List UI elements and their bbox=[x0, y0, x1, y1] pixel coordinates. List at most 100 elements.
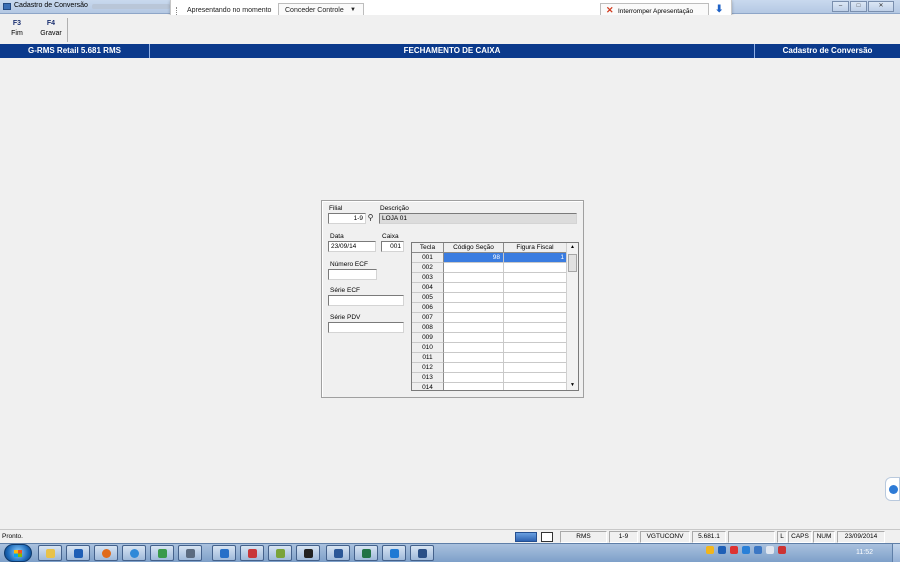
taskbar: 11:52 bbox=[0, 543, 900, 562]
figura-cell[interactable] bbox=[504, 263, 567, 273]
maximize-button[interactable]: □ bbox=[850, 1, 867, 12]
codigo-cell[interactable] bbox=[444, 303, 504, 313]
taskbar-cmd-icon[interactable] bbox=[296, 545, 320, 561]
codigo-cell[interactable] bbox=[444, 313, 504, 323]
descricao-field: LOJA 01 bbox=[379, 213, 577, 224]
data-field[interactable]: 23/09/14 bbox=[328, 241, 376, 252]
table-row[interactable]: 007 bbox=[412, 313, 567, 323]
taskbar-media-icon[interactable] bbox=[150, 545, 174, 561]
table-row[interactable]: 008 bbox=[412, 323, 567, 333]
table-row[interactable]: 006 bbox=[412, 303, 567, 313]
tray-flag-icon[interactable] bbox=[778, 546, 786, 554]
taskbar-lync-icon[interactable] bbox=[212, 545, 236, 561]
clock[interactable]: 11:52 bbox=[856, 549, 873, 556]
grip-handle[interactable] bbox=[176, 7, 178, 15]
taskbar-firefox-icon[interactable] bbox=[94, 545, 118, 561]
taskbar-excel-icon[interactable] bbox=[354, 545, 378, 561]
start-button[interactable] bbox=[4, 544, 32, 562]
codigo-cell[interactable]: 98 bbox=[444, 253, 504, 263]
codigo-cell[interactable] bbox=[444, 293, 504, 303]
codigo-cell[interactable] bbox=[444, 263, 504, 273]
codigo-cell[interactable] bbox=[444, 353, 504, 363]
figura-cell[interactable] bbox=[504, 273, 567, 283]
table-row[interactable]: 001 98 1 bbox=[412, 253, 567, 263]
filial-field[interactable]: 1-9 bbox=[328, 213, 366, 224]
column-header-codigo-secao[interactable]: Código Seção bbox=[444, 243, 504, 253]
tray-alert-icon[interactable] bbox=[730, 546, 738, 554]
filial-label: Filial bbox=[329, 205, 343, 212]
codigo-cell[interactable] bbox=[444, 373, 504, 383]
tecla-cell: 010 bbox=[412, 343, 444, 353]
codigo-cell[interactable] bbox=[444, 333, 504, 343]
taskbar-word-icon[interactable] bbox=[326, 545, 350, 561]
figura-cell[interactable] bbox=[504, 353, 567, 363]
taskbar-app-icon[interactable] bbox=[382, 545, 406, 561]
taskbar-paint-icon[interactable] bbox=[240, 545, 264, 561]
tray-volume-icon[interactable] bbox=[766, 546, 774, 554]
binoculars-icon[interactable]: ⚲ bbox=[366, 213, 375, 222]
scroll-thumb[interactable] bbox=[568, 254, 577, 272]
figura-cell[interactable] bbox=[504, 313, 567, 323]
scroll-up-icon[interactable]: ▲ bbox=[567, 244, 578, 250]
table-row[interactable]: 011 bbox=[412, 353, 567, 363]
table-row[interactable]: 005 bbox=[412, 293, 567, 303]
numero-ecf-field[interactable] bbox=[328, 269, 377, 280]
close-button[interactable]: ✕ bbox=[868, 1, 894, 12]
gravar-key: F4 bbox=[46, 20, 56, 27]
scroll-down-icon[interactable]: ▼ bbox=[567, 382, 578, 388]
taskbar-presentation-icon[interactable] bbox=[410, 545, 434, 561]
toolbar-divider bbox=[67, 18, 68, 42]
column-header-tecla[interactable]: Tecla bbox=[412, 243, 444, 253]
tray-outlook-icon[interactable] bbox=[742, 546, 750, 554]
figura-cell[interactable] bbox=[504, 333, 567, 343]
codigo-cell[interactable] bbox=[444, 343, 504, 353]
figura-cell[interactable] bbox=[504, 323, 567, 333]
taskbar-tool-icon[interactable] bbox=[178, 545, 202, 561]
codigo-cell[interactable] bbox=[444, 383, 504, 390]
figura-cell[interactable]: 1 bbox=[504, 253, 567, 263]
minimize-button[interactable]: – bbox=[832, 1, 849, 12]
pin-icon[interactable]: ⬇ bbox=[715, 4, 723, 15]
caixa-field[interactable]: 001 bbox=[381, 241, 404, 252]
codigo-cell[interactable] bbox=[444, 363, 504, 373]
side-panel-tab[interactable] bbox=[885, 477, 900, 501]
table-row[interactable]: 012 bbox=[412, 363, 567, 373]
table-row[interactable]: 013 bbox=[412, 373, 567, 383]
gravar-label: Gravar bbox=[40, 30, 62, 37]
table-row[interactable]: 010 bbox=[412, 343, 567, 353]
table-row[interactable]: 004 bbox=[412, 283, 567, 293]
stop-presenting-label: Interromper Apresentação bbox=[618, 8, 694, 15]
codigo-cell[interactable] bbox=[444, 283, 504, 293]
gravar-button[interactable]: F4 Gravar bbox=[36, 18, 66, 42]
figura-cell[interactable] bbox=[504, 293, 567, 303]
show-desktop-button[interactable] bbox=[892, 544, 900, 562]
taskbar-outlook-icon[interactable] bbox=[66, 545, 90, 561]
figura-cell[interactable] bbox=[504, 363, 567, 373]
tray-app-icon[interactable] bbox=[718, 546, 726, 554]
figura-cell[interactable] bbox=[504, 373, 567, 383]
figura-cell[interactable] bbox=[504, 383, 567, 390]
header-band: G-RMS Retail 5.681 RMS FECHAMENTO DE CAI… bbox=[0, 44, 900, 58]
table-row[interactable]: 003 bbox=[412, 273, 567, 283]
status-program: VGTUCONV bbox=[640, 531, 690, 543]
taskbar-explorer-icon[interactable] bbox=[38, 545, 62, 561]
codigo-cell[interactable] bbox=[444, 273, 504, 283]
taskbar-calc-icon[interactable] bbox=[268, 545, 292, 561]
fim-button[interactable]: F3 Fim bbox=[2, 18, 32, 42]
serie-ecf-field[interactable] bbox=[328, 295, 404, 306]
tecla-grid[interactable]: Tecla Código Seção Figura Fiscal 001 98 1 … bbox=[411, 242, 579, 391]
table-row[interactable]: 002 bbox=[412, 263, 567, 273]
column-header-figura-fiscal[interactable]: Figura Fiscal bbox=[504, 243, 567, 253]
status-module: RMS bbox=[560, 531, 607, 543]
serie-pdv-field[interactable] bbox=[328, 322, 404, 333]
figura-cell[interactable] bbox=[504, 303, 567, 313]
taskbar-chrome-icon[interactable] bbox=[122, 545, 146, 561]
codigo-cell[interactable] bbox=[444, 323, 504, 333]
tray-network-icon[interactable] bbox=[754, 546, 762, 554]
grid-scrollbar[interactable]: ▲ ▼ bbox=[566, 243, 578, 390]
figura-cell[interactable] bbox=[504, 283, 567, 293]
figura-cell[interactable] bbox=[504, 343, 567, 353]
table-row[interactable]: 009 bbox=[412, 333, 567, 343]
table-row[interactable]: 014 bbox=[412, 383, 567, 390]
tray-shield-icon[interactable] bbox=[706, 546, 714, 554]
